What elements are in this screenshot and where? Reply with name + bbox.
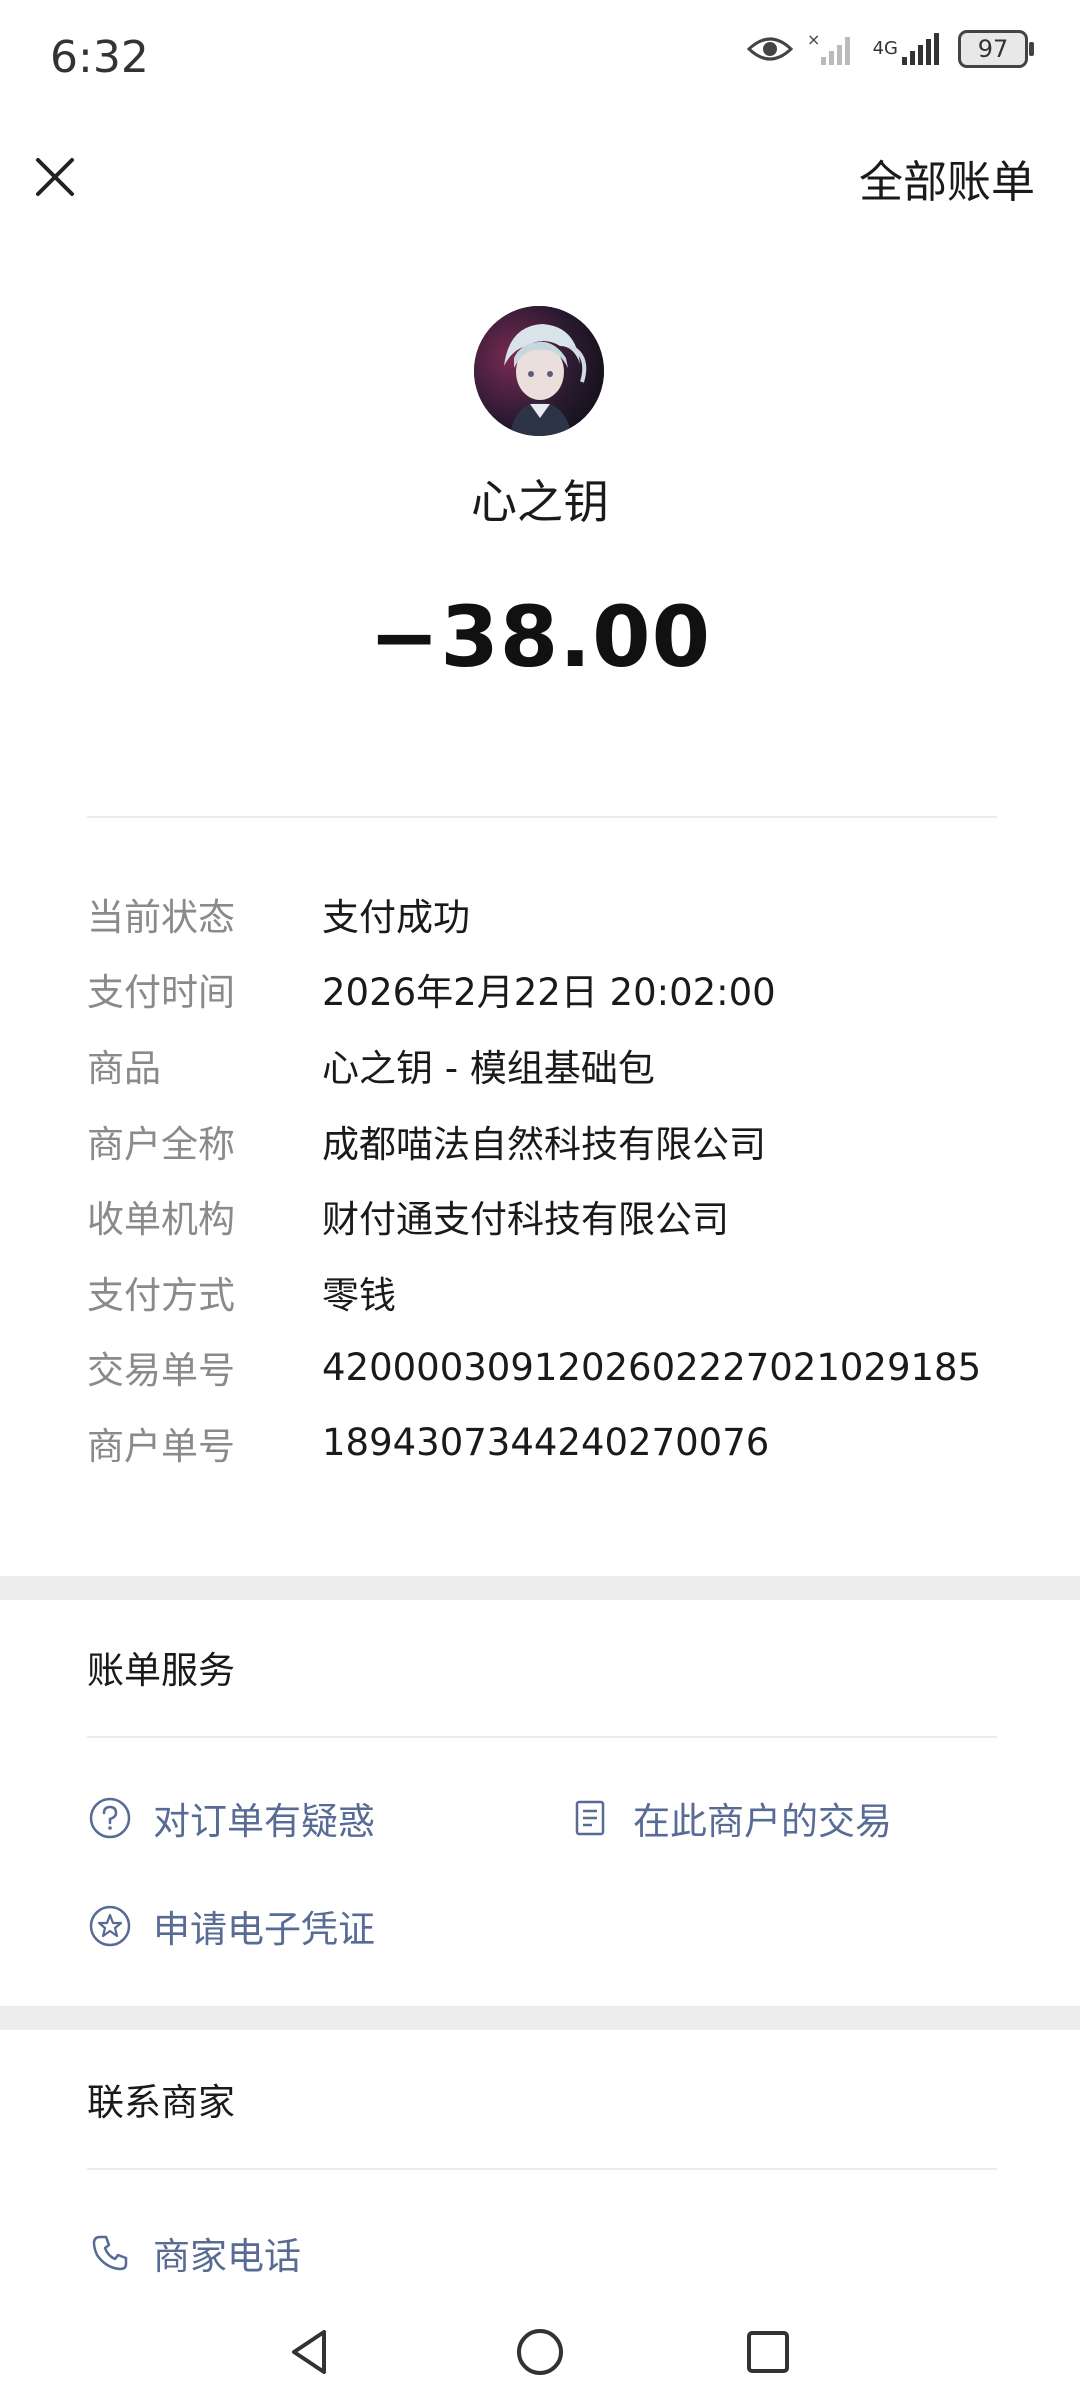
transaction-amount: −38.00: [368, 588, 712, 686]
battery-level: 97: [977, 35, 1009, 63]
top-navigation: 全部账单: [0, 118, 1080, 236]
detail-row-status: 当前状态 支付成功: [87, 876, 1007, 952]
status-bar: 6:32 × 4G 97: [0, 0, 1080, 118]
question-circle-icon: [87, 1795, 133, 1841]
section-separator: [0, 1576, 1080, 1600]
recents-square-icon: [747, 2331, 789, 2373]
contact-merchant-title: 联系商家: [87, 2081, 235, 2124]
detail-row-acquirer: 收单机构 财付通支付科技有限公司: [87, 1178, 1007, 1254]
divider: [87, 1736, 997, 1738]
detail-label: 商品: [87, 1046, 161, 1090]
detail-row-time: 支付时间 2026年2月22日 20:02:00: [87, 952, 1007, 1028]
all-bills-link[interactable]: 全部账单: [859, 146, 1035, 210]
svg-text:×: ×: [807, 31, 820, 49]
nav-recents-button[interactable]: [738, 2322, 798, 2382]
no-signal-icon: ×: [807, 31, 850, 65]
e-voucher-link[interactable]: 申请电子凭证: [87, 1899, 375, 1953]
phone-icon: [87, 2230, 133, 2276]
close-button[interactable]: [30, 152, 80, 202]
detail-value: 零钱: [322, 1273, 396, 1317]
detail-value: 成都喵法自然科技有限公司: [322, 1122, 766, 1166]
system-navigation-bar: [0, 2300, 1080, 2400]
detail-row-transaction-id: 交易单号 4200003091202602227021029185: [87, 1330, 1007, 1406]
service-label: 申请电子凭证: [153, 1908, 375, 1951]
detail-label: 商户单号: [87, 1424, 235, 1468]
merchant-name: 心之钥: [471, 475, 609, 529]
detail-value: 1894307344240270076: [322, 1421, 770, 1465]
transaction-details: 当前状态 支付成功 支付时间 2026年2月22日 20:02:00 商品 心之…: [87, 876, 1007, 1481]
divider: [87, 2168, 997, 2170]
bill-services-title: 账单服务: [87, 1649, 235, 1692]
detail-row-merchant-order-id: 商户单号 1894307344240270076: [87, 1405, 1007, 1481]
detail-label: 交易单号: [87, 1349, 235, 1393]
detail-value: 心之钥 - 模组基础包: [322, 1046, 655, 1090]
battery-indicator: 97: [958, 30, 1034, 68]
star-badge-icon: [87, 1903, 133, 1949]
home-circle-icon: [517, 2329, 563, 2375]
service-label: 商家电话: [153, 2235, 301, 2278]
detail-row-product: 商品 心之钥 - 模组基础包: [87, 1027, 1007, 1103]
service-label: 在此商户的交易: [633, 1800, 892, 1843]
detail-label: 支付时间: [87, 971, 235, 1015]
order-question-link[interactable]: 对订单有疑惑: [87, 1791, 375, 1845]
detail-label: 商户全称: [87, 1122, 235, 1166]
section-separator: [0, 2006, 1080, 2030]
merchant-transactions-link[interactable]: 在此商户的交易: [567, 1791, 892, 1845]
nav-home-button[interactable]: [510, 2322, 570, 2382]
status-time: 6:32: [50, 32, 149, 83]
detail-row-merchant-full-name: 商户全称 成都喵法自然科技有限公司: [87, 1103, 1007, 1179]
detail-value: 支付成功: [322, 895, 470, 939]
detail-value: 2026年2月22日 20:02:00: [322, 971, 776, 1015]
merchant-phone-link[interactable]: 商家电话: [87, 2226, 301, 2280]
eye-icon: [746, 37, 793, 61]
document-icon: [567, 1795, 613, 1841]
signal-bars-icon: [902, 33, 939, 65]
detail-value: 财付通支付科技有限公司: [322, 1198, 729, 1242]
avatar-image: [474, 306, 604, 436]
detail-value: 4200003091202602227021029185: [322, 1345, 982, 1389]
network-type: 4G: [872, 38, 898, 59]
detail-label: 收单机构: [87, 1198, 235, 1242]
nav-back-button[interactable]: [280, 2322, 340, 2382]
divider: [87, 816, 997, 818]
back-triangle-icon: [292, 2330, 326, 2374]
signal-4g: 4G: [873, 31, 944, 67]
close-icon: [36, 158, 74, 196]
status-icons: × 4G 97: [746, 30, 1034, 68]
merchant-avatar: [474, 306, 604, 436]
detail-row-payment-method: 支付方式 零钱: [87, 1254, 1007, 1330]
service-label: 对订单有疑惑: [153, 1800, 375, 1843]
detail-label: 支付方式: [87, 1273, 235, 1317]
detail-label: 当前状态: [87, 895, 235, 939]
